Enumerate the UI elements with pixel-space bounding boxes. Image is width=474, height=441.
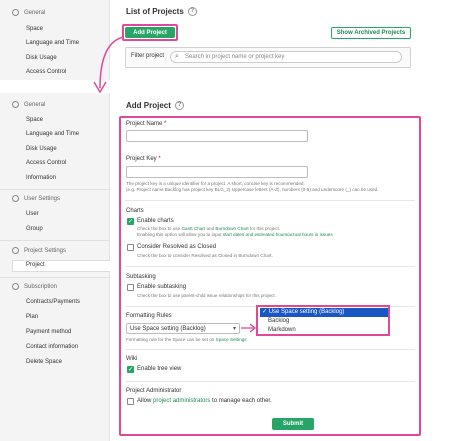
folder-icon xyxy=(12,247,19,254)
gantt-chart-link[interactable]: Gantt Chart xyxy=(181,226,205,231)
enable-charts-label: Enable charts xyxy=(137,218,174,224)
sidebar-general-header: General xyxy=(12,101,45,108)
dropdown-option-markdown[interactable]: Markdown xyxy=(260,326,388,335)
sidebar-divider xyxy=(0,189,110,190)
sidebar-item-payment[interactable]: Payment method xyxy=(26,329,71,335)
sidebar-item-information[interactable]: Information xyxy=(26,175,56,181)
section-divider xyxy=(125,266,415,267)
sidebar-user-settings-header: User Settings xyxy=(12,195,60,202)
project-key-input[interactable] xyxy=(126,166,308,178)
sidebar-item-space[interactable]: Space xyxy=(26,117,43,123)
subtasking-section-title: Subtasking xyxy=(126,274,156,280)
start-dates-link[interactable]: start dates and estimated hours/actual h… xyxy=(223,232,333,237)
sidebar-item-delete-space[interactable]: Delete Space xyxy=(26,359,62,365)
consider-resolved-label: Consider Resolved as Closed xyxy=(137,244,217,250)
sidebar-divider xyxy=(0,277,110,278)
section-divider xyxy=(125,381,415,382)
sidebar-item-contracts[interactable]: Contracts/Payments xyxy=(26,299,80,305)
section-divider xyxy=(125,349,415,350)
chevron-down-icon: ▾ xyxy=(232,326,236,332)
project-name-input[interactable] xyxy=(126,130,308,142)
allow-admins-label: Allow project administrators to manage e… xyxy=(137,398,272,404)
form-title: Add Project? xyxy=(126,101,184,111)
sidebar-item-contact[interactable]: Contact information xyxy=(26,344,78,350)
gear-icon xyxy=(12,101,19,108)
project-key-help-2: (e.g. Project name Backlog has project k… xyxy=(126,187,379,192)
enable-subtasking-label: Enable subtasking xyxy=(137,284,187,290)
sidebar: General Space Language and Time Disk Usa… xyxy=(0,93,110,441)
subtasking-help: Check the box to use parent-child issue … xyxy=(137,293,276,298)
formatting-help: Formatting rule for the Space can be set… xyxy=(126,337,247,342)
card-icon xyxy=(12,283,19,290)
sidebar-item-project[interactable]: Project xyxy=(26,262,45,268)
sidebar-divider xyxy=(0,240,110,241)
sidebar-project-settings-header: Project Settings xyxy=(12,247,66,254)
charts-section-title: Charts xyxy=(126,208,144,214)
sidebar-item-group[interactable]: Group xyxy=(26,226,43,232)
section-divider xyxy=(125,200,415,201)
enable-tree-view-checkbox[interactable]: ✓ xyxy=(127,366,134,373)
project-name-label: Project Name * xyxy=(126,121,167,127)
burndown-chart-link[interactable]: Burndown Chart xyxy=(215,226,248,231)
admin-section-title: Project Administrator xyxy=(126,388,182,394)
space-settings-link[interactable]: Space Settings xyxy=(216,337,247,342)
enable-tree-view-label: Enable tree view xyxy=(137,366,182,372)
consider-resolved-help: Check the box to consider Resolved as Cl… xyxy=(137,253,273,258)
project-key-label: Project Key * xyxy=(126,156,161,162)
formatting-dropdown-menu: ✓ Use Space setting (Backlog) Backlog Ma… xyxy=(256,305,390,336)
sidebar-subscription-header: Subscription xyxy=(12,283,57,290)
sidebar-item-disk[interactable]: Disk Usage xyxy=(26,146,57,152)
sidebar-item-access[interactable]: Access Control xyxy=(26,160,66,166)
sidebar-item-language[interactable]: Language and Time xyxy=(26,131,79,137)
formatting-rules-select[interactable]: Use Space setting (Backlog) ▾ xyxy=(126,323,240,334)
project-administrators-link[interactable]: project administrators xyxy=(153,398,210,404)
user-icon xyxy=(12,195,19,202)
submit-button[interactable]: Submit xyxy=(272,418,314,430)
enable-subtasking-checkbox[interactable] xyxy=(127,284,134,291)
dropdown-option-space-setting[interactable]: ✓ Use Space setting (Backlog) xyxy=(260,308,388,317)
enable-charts-checkbox[interactable]: ✓ xyxy=(127,218,134,225)
dropdown-option-backlog[interactable]: Backlog xyxy=(260,317,388,326)
sidebar-item-user[interactable]: User xyxy=(26,211,39,217)
wiki-section-title: Wiki xyxy=(126,356,138,362)
help-icon[interactable]: ? xyxy=(174,101,184,111)
charts-help-2: Enabling this option will allow you to i… xyxy=(137,232,333,237)
consider-resolved-checkbox[interactable] xyxy=(127,244,134,251)
sidebar-item-plan[interactable]: Plan xyxy=(26,314,38,320)
allow-admins-checkbox[interactable] xyxy=(127,398,134,405)
formatting-section-title: Formatting Rules xyxy=(126,313,172,319)
